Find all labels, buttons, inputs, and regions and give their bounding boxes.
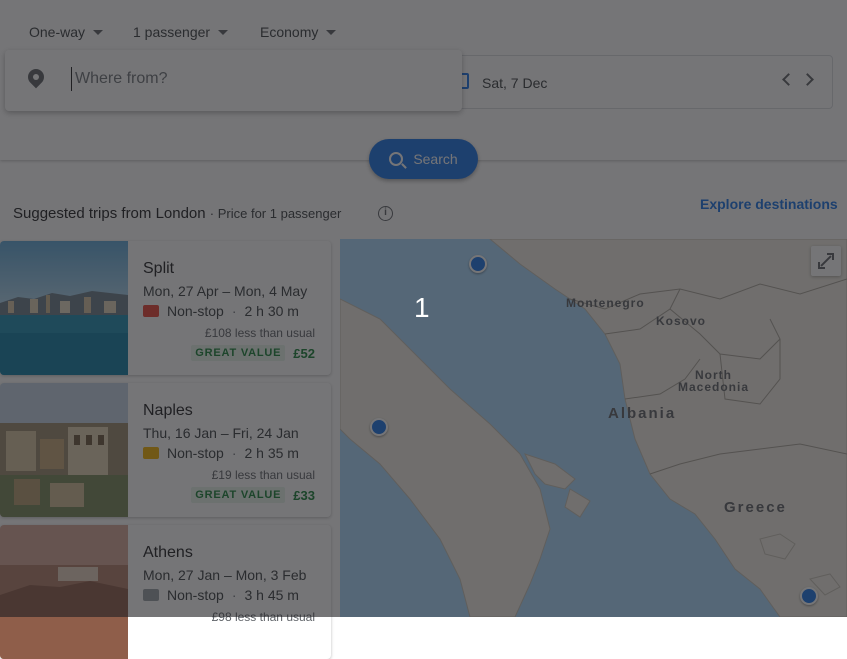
passengers-dropdown[interactable]: 1 passenger: [133, 22, 229, 42]
previous-date-icon[interactable]: [782, 73, 795, 86]
trip-card-split[interactable]: Split Mon, 27 Apr – Mon, 4 May Non-stop …: [0, 241, 331, 375]
cabin-class-label: Economy: [260, 24, 319, 40]
great-value-badge: GREAT VALUE: [191, 487, 286, 503]
card-flight-info: Non-stop · 2 h 35 m: [143, 445, 299, 461]
split-photo: [0, 241, 128, 375]
separator-dot: ·: [231, 445, 237, 461]
search-button-label: Search: [413, 151, 458, 167]
card-city: Naples: [143, 402, 193, 419]
card-stops: Non-stop: [167, 587, 224, 603]
great-value-badge: GREAT VALUE: [191, 345, 286, 361]
card-stops: Non-stop: [167, 445, 224, 461]
origin-input[interactable]: [71, 67, 441, 91]
card-stops: Non-stop: [167, 303, 224, 319]
card-city: Athens: [143, 544, 193, 561]
card-saving: £98 less than usual: [211, 610, 315, 624]
map-label-kosovo: Kosovo: [656, 314, 707, 328]
map-label-greece: Greece: [724, 499, 787, 516]
map-label-montenegro: Montenegro: [566, 296, 645, 310]
map-marker-athens[interactable]: [800, 587, 818, 605]
card-saving: £19 less than usual: [211, 468, 315, 482]
map-marker-naples[interactable]: [370, 418, 388, 436]
airline-logo-icon: [143, 305, 159, 317]
map-label-albania: Albania: [608, 405, 677, 422]
airline-logo-icon: [143, 447, 159, 459]
separator-dot: ·: [231, 303, 237, 319]
naples-photo: [0, 383, 128, 517]
search-panel: One-way 1 passenger Economy Sat, 7 Dec: [0, 0, 847, 160]
caret-down-icon: [93, 29, 104, 35]
card-duration: 3 h 45 m: [244, 587, 299, 603]
card-duration: 2 h 35 m: [244, 445, 299, 461]
trip-type-label: One-way: [29, 24, 86, 40]
airline-logo-icon: [143, 589, 159, 601]
info-icon[interactable]: i: [378, 206, 393, 221]
next-date-icon[interactable]: [801, 73, 814, 86]
map-marker-split[interactable]: [469, 255, 487, 273]
suggestions-subtitle: · Price for 1 passenger: [209, 206, 342, 221]
card-price: £52: [293, 345, 315, 361]
step-indicator: 1: [414, 292, 430, 323]
map-label-north-macedonia: North Macedonia: [678, 368, 750, 394]
cabin-class-dropdown[interactable]: Economy: [260, 22, 337, 42]
location-pin-icon: [24, 65, 48, 89]
card-dates: Mon, 27 Apr – Mon, 4 May: [143, 283, 308, 299]
card-city: Split: [143, 260, 175, 277]
athens-photo: [0, 525, 128, 659]
card-dates: Thu, 16 Jan – Fri, 24 Jan: [143, 425, 299, 441]
trip-card-athens[interactable]: Athens Mon, 27 Jan – Mon, 3 Feb Non-stop…: [0, 525, 331, 659]
passengers-label: 1 passenger: [133, 24, 211, 40]
card-flight-info: Non-stop · 3 h 45 m: [143, 587, 299, 603]
origin-popup: [5, 50, 462, 111]
card-saving: £108 less than usual: [204, 326, 315, 340]
suggestions-heading: Suggested trips from London · Price for …: [13, 205, 341, 222]
card-duration: 2 h 30 m: [244, 303, 299, 319]
card-flight-info: Non-stop · 2 h 30 m: [143, 303, 299, 319]
separator-dot: ·: [231, 587, 237, 603]
card-value-row: GREAT VALUE £33: [191, 487, 315, 503]
departure-date-value: Sat, 7 Dec: [482, 75, 548, 91]
card-value-row: GREAT VALUE £52: [191, 345, 315, 361]
trip-card-naples[interactable]: Naples Thu, 16 Jan – Fri, 24 Jan Non-sto…: [0, 383, 331, 517]
suggestions-title: Suggested trips from London: [13, 205, 206, 222]
caret-down-icon: [326, 29, 337, 35]
expand-map-button[interactable]: [811, 246, 841, 276]
trip-type-dropdown[interactable]: One-way: [29, 22, 104, 42]
explore-destinations-link[interactable]: Explore destinations: [700, 196, 838, 212]
search-button[interactable]: Search: [369, 139, 478, 179]
departure-date-field[interactable]: Sat, 7 Dec: [440, 55, 833, 109]
card-price: £33: [293, 487, 315, 503]
search-icon: [389, 152, 404, 166]
caret-down-icon: [218, 29, 229, 35]
card-dates: Mon, 27 Jan – Mon, 3 Feb: [143, 567, 307, 583]
